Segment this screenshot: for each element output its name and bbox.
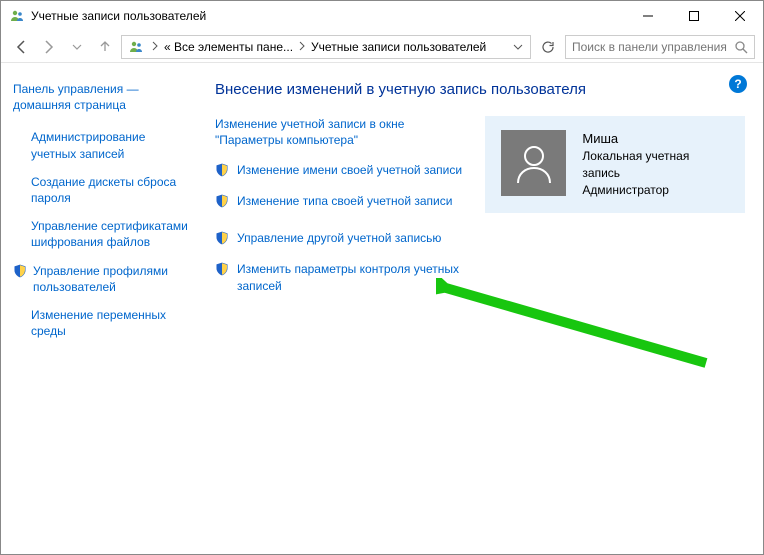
actions-group-manage: Управление другой учетной записью Измени… (215, 230, 465, 293)
actions-column: Изменение учетной записи в окне "Парамет… (215, 116, 465, 308)
sidebar: Панель управления — домашняя страница Ад… (1, 63, 201, 554)
chevron-right-icon[interactable] (295, 40, 309, 54)
shield-icon (13, 264, 29, 280)
maximize-button[interactable] (671, 1, 717, 31)
breadcrumb-segment[interactable]: « Все элементы пане... (162, 40, 295, 54)
content-area: Панель управления — домашняя страница Ад… (1, 63, 763, 554)
search-icon (734, 40, 748, 54)
search-input[interactable] (572, 40, 730, 54)
shield-icon (215, 163, 231, 179)
page-title: Внесение изменений в учетную запись поль… (215, 81, 745, 98)
sidebar-item-password-reset-disk[interactable]: Создание дискеты сброса пароля (13, 174, 191, 206)
forward-button[interactable] (37, 35, 61, 59)
users-icon (128, 39, 144, 55)
user-role: Администратор (582, 182, 729, 199)
minimize-button[interactable] (625, 1, 671, 31)
action-change-account-type[interactable]: Изменение типа своей учетной записи (215, 193, 465, 210)
shield-icon (215, 194, 231, 210)
address-bar[interactable]: « Все элементы пане... Учетные записи по… (121, 35, 531, 59)
search-box[interactable] (565, 35, 755, 59)
window-titlebar: Учетные записи пользователей (1, 1, 763, 31)
user-card: Миша Локальная учетная запись Администра… (485, 116, 745, 213)
chevron-right-icon[interactable] (148, 40, 162, 54)
users-icon (9, 8, 25, 24)
recent-dropdown-button[interactable] (65, 35, 89, 59)
user-name: Миша (582, 130, 729, 148)
sidebar-item-user-profiles[interactable]: Управление профилями пользователей (13, 263, 191, 295)
sidebar-item-encryption-certs[interactable]: Управление сертификатами шифрования файл… (13, 218, 191, 250)
sidebar-item-env-vars[interactable]: Изменение переменных среды (13, 307, 191, 339)
window-title: Учетные записи пользователей (31, 9, 625, 23)
address-dropdown-button[interactable] (508, 36, 528, 58)
back-button[interactable] (9, 35, 33, 59)
avatar (501, 130, 566, 196)
main-panel: ? Внесение изменений в учетную запись по… (201, 63, 763, 554)
action-change-in-pc-settings[interactable]: Изменение учетной записи в окне "Парамет… (215, 116, 465, 148)
sidebar-item-admin-accounts[interactable]: Администрирование учетных записей (13, 129, 191, 161)
up-button[interactable] (93, 35, 117, 59)
navigation-bar: « Все элементы пане... Учетные записи по… (1, 31, 763, 63)
control-panel-home-link[interactable]: Панель управления — домашняя страница (13, 81, 191, 113)
close-button[interactable] (717, 1, 763, 31)
action-change-uac-settings[interactable]: Изменить параметры контроля учетных запи… (215, 261, 465, 293)
shield-icon (215, 231, 231, 247)
breadcrumb-segment[interactable]: Учетные записи пользователей (309, 40, 508, 54)
action-change-account-name[interactable]: Изменение имени своей учетной записи (215, 162, 465, 179)
shield-icon (215, 262, 231, 278)
user-info: Миша Локальная учетная запись Администра… (582, 130, 729, 199)
refresh-button[interactable] (535, 35, 561, 59)
user-account-type: Локальная учетная запись (582, 148, 729, 182)
action-manage-other-account[interactable]: Управление другой учетной записью (215, 230, 465, 247)
help-icon[interactable]: ? (729, 75, 747, 93)
